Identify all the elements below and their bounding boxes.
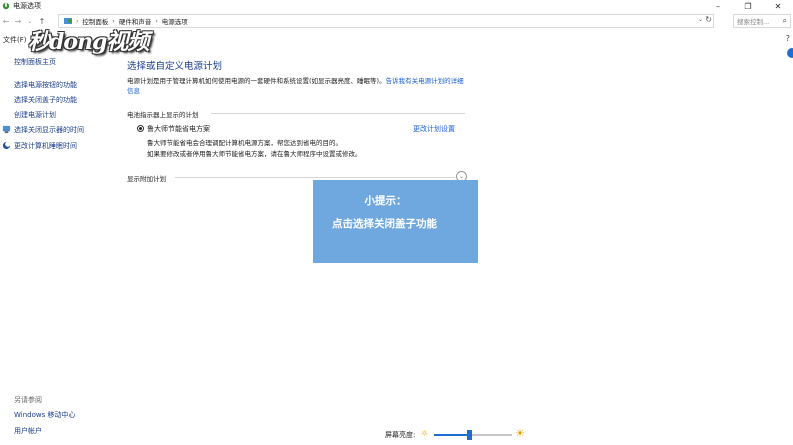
search-placeholder: 搜索控制... <box>737 18 770 26</box>
page-title: 选择或自定义电源计划 <box>127 61 223 72</box>
brightness-label: 屏幕亮度: <box>385 431 416 439</box>
sleep-icon <box>2 141 11 150</box>
divider <box>175 177 455 178</box>
additional-plans-label: 显示附加计划 <box>127 175 166 183</box>
sidebar-item-home[interactable]: 控制面板主页 <box>14 57 56 67</box>
power-options-icon <box>2 2 10 10</box>
sidebar-item-display-off[interactable]: 选择关闭显示器的时间 <box>14 125 84 135</box>
description-text: 电源计划是用于管理计算机如何使用电源的一套硬件和系统设置(如显示器亮度、睡眠等)… <box>127 77 386 85</box>
restore-button[interactable]: ❐ <box>733 0 763 12</box>
tip-body: 点击选择关闭盖子功能 <box>332 218 437 230</box>
brightness-slider-thumb[interactable] <box>467 430 473 440</box>
brightness-bar: 屏幕亮度: ☼ ☀ <box>0 426 793 445</box>
breadcrumb-separator: › <box>155 17 158 25</box>
plan-desc-line-1: 鲁大师节能省电会合理调配计算机电源方案，帮您达到省电的目的。 <box>147 139 342 147</box>
address-dropdown-icon[interactable]: ⌄ <box>698 16 703 23</box>
sidebar-item-lid[interactable]: 选择关闭盖子的功能 <box>14 95 77 105</box>
address-bar[interactable]: › 控制面板 › 硬件和声音 › 电源选项 ⌄ ↻ <box>58 14 714 28</box>
window-title: 电源选项 <box>13 2 41 10</box>
refresh-icon[interactable]: ↻ <box>705 15 712 24</box>
battery-plans-label: 电池指示器上显示的计划 <box>127 111 199 119</box>
tip-overlay: 小提示： 点击选择关闭盖子功能 <box>313 180 478 263</box>
plan-radio[interactable] <box>137 125 144 132</box>
window-controls: – ❐ ✕ <box>703 0 793 12</box>
close-button[interactable]: ✕ <box>763 0 793 12</box>
sidebar-item-sleep[interactable]: 更改计算机睡眠时间 <box>14 141 77 151</box>
plan-name[interactable]: 鲁大师节能省电方案 <box>147 124 210 134</box>
minimize-button[interactable]: – <box>703 0 733 12</box>
sidebar-item-mobility-center[interactable]: Windows 移动中心 <box>14 410 75 420</box>
brightness-high-icon: ☀ <box>515 427 525 440</box>
help-icon[interactable]: ? <box>786 34 790 43</box>
forward-button[interactable]: → <box>12 15 24 29</box>
menu-file[interactable]: 文件(F) <box>3 35 27 45</box>
change-plan-settings-link[interactable]: 更改计划设置 <box>413 124 455 134</box>
plan-description: 电源计划是用于管理计算机如何使用电源的一套硬件和系统设置(如显示器亮度、睡眠等)… <box>127 76 467 96</box>
tip-title: 小提示： <box>364 195 407 207</box>
sidebar: 控制面板主页 选择电源按钮的功能 选择关闭盖子的功能 创建电源计划 选择关闭显示… <box>0 52 110 445</box>
brightness-slider-fill <box>434 434 470 436</box>
display-icon <box>2 125 11 134</box>
brightness-slider[interactable] <box>434 430 512 440</box>
search-icon[interactable]: ⌕ <box>783 16 787 26</box>
title-bar: 电源选项 – ❐ ✕ <box>0 0 793 12</box>
sidebar-item-power-button[interactable]: 选择电源按钮的功能 <box>14 80 77 90</box>
see-also-title: 另请参阅 <box>14 396 42 404</box>
back-button[interactable]: ← <box>0 15 12 29</box>
breadcrumb-power-options[interactable]: 电源选项 <box>162 16 188 26</box>
brightness-low-icon: ☼ <box>421 429 429 438</box>
search-input[interactable]: 搜索控制... ⌕ <box>733 14 791 28</box>
help-badge-icon[interactable] <box>787 48 793 58</box>
divider <box>211 113 465 114</box>
plan-desc-line-2: 如果要修改或者停用鲁大师节能省电方案，请在鲁大师程序中设置或修改。 <box>147 150 362 158</box>
sidebar-item-create-plan[interactable]: 创建电源计划 <box>14 110 56 120</box>
